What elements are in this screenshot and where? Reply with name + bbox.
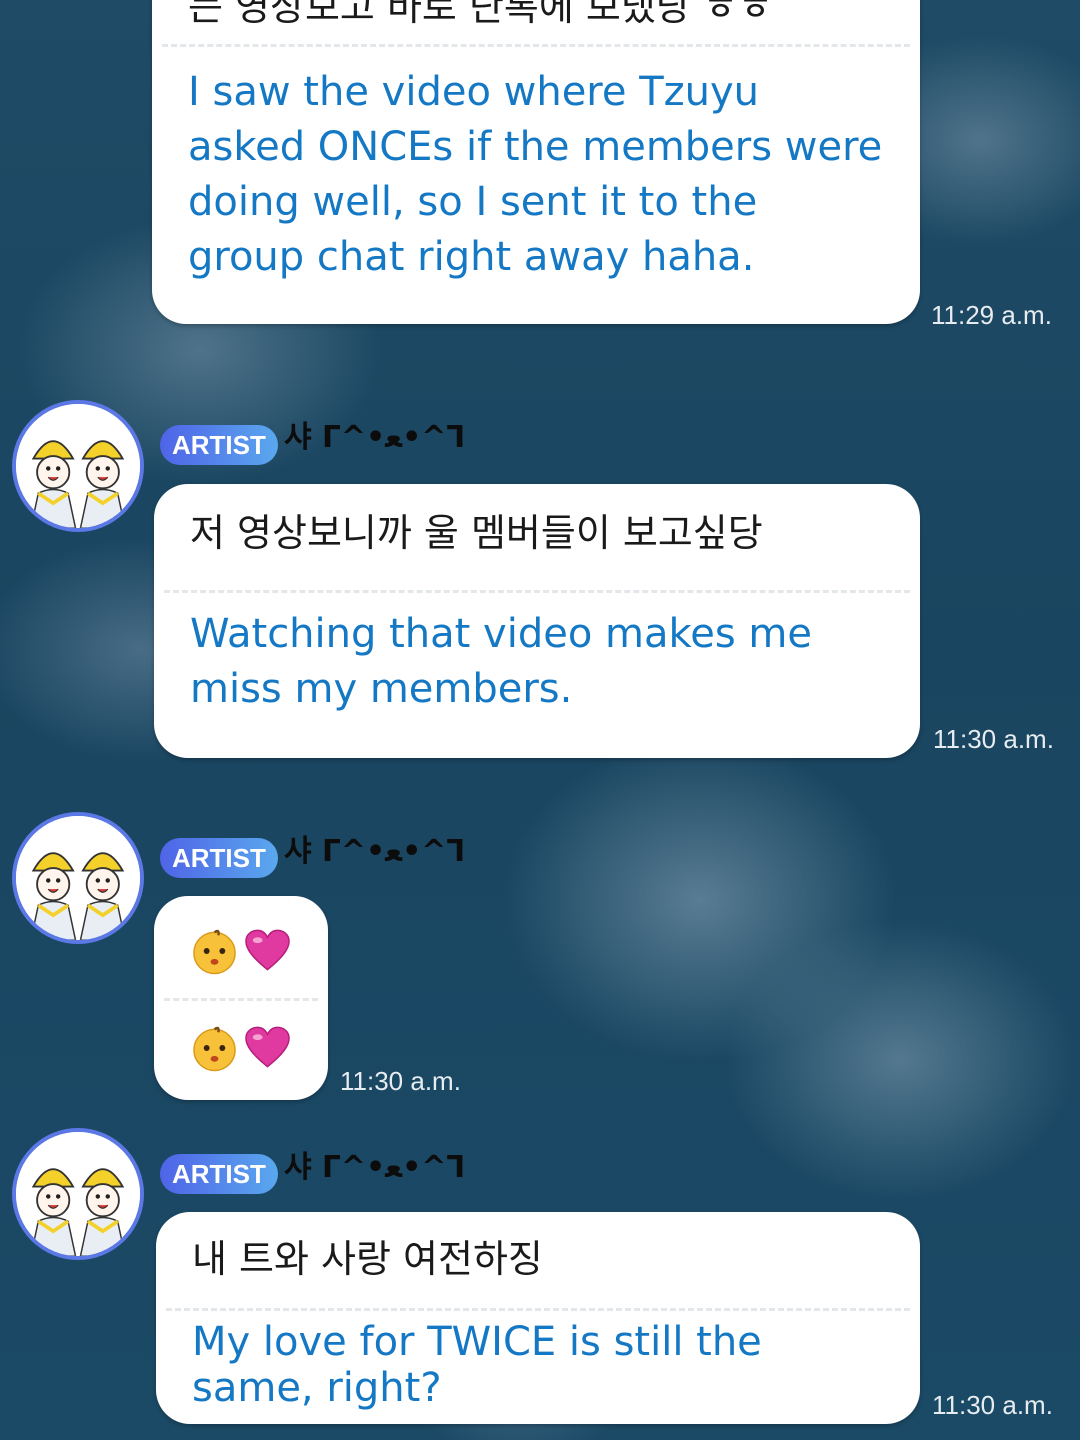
message-bubble-3[interactable] <box>154 896 328 1100</box>
baby-face-icon <box>193 1026 236 1072</box>
author-name[interactable]: 샤 ᒥ^•ﻌ•^ᒣ <box>284 1148 465 1188</box>
emoji-row-translation <box>154 1013 328 1083</box>
baby-face-icon <box>193 929 236 975</box>
author-name[interactable]: 샤 ᒥ^•ﻌ•^ᒣ <box>284 418 465 458</box>
artist-badge: ARTIST <box>160 425 278 465</box>
message-translation-text: Watching that video makes me miss my mem… <box>190 611 812 712</box>
author-name[interactable]: 샤 ᒥ^•ﻌ•^ᒣ <box>284 832 465 872</box>
message-timestamp: 11:29 a.m. <box>931 300 1052 330</box>
message-divider <box>164 998 318 1001</box>
artist-badge: ARTIST <box>160 1154 278 1194</box>
artist-avatar[interactable] <box>12 1128 144 1260</box>
avatar-image <box>16 1132 140 1256</box>
message-bubble-2[interactable]: 저 영상보니까 울 멤버들이 보고싶당 Watching that video … <box>154 484 920 758</box>
message-bubble-4[interactable]: 내 트와 사랑 여전하징 My love for TWICE is still … <box>156 1212 920 1424</box>
message-korean-text: 는 영상보고 바로 단톡에 보냈당 ㅎㅎ <box>188 0 773 29</box>
avatar-image <box>16 404 140 528</box>
avatar-image <box>16 816 140 940</box>
artist-avatar[interactable] <box>12 812 144 944</box>
message-translation-text: I saw the video where Tzuyu asked ONCEs … <box>188 69 883 280</box>
message-timestamp: 11:30 a.m. <box>932 1390 1053 1420</box>
message-timestamp: 11:30 a.m. <box>933 724 1054 754</box>
message-korean-text: 내 트와 사랑 여전하징 <box>192 1237 543 1281</box>
message-timestamp: 11:30 a.m. <box>340 1066 461 1096</box>
emoji-row-original <box>154 916 328 986</box>
pink-heart-icon <box>245 1026 290 1068</box>
message-bubble-1[interactable]: 는 영상보고 바로 단톡에 보냈당 ㅎㅎ I saw the video whe… <box>152 0 920 324</box>
artist-avatar[interactable] <box>12 400 144 532</box>
message-translation-text: My love for TWICE is still the same, rig… <box>192 1319 762 1411</box>
pink-heart-icon <box>245 929 290 971</box>
message-korean-text: 저 영상보니까 울 멤버들이 보고싶당 <box>190 511 763 555</box>
artist-badge: ARTIST <box>160 838 278 878</box>
